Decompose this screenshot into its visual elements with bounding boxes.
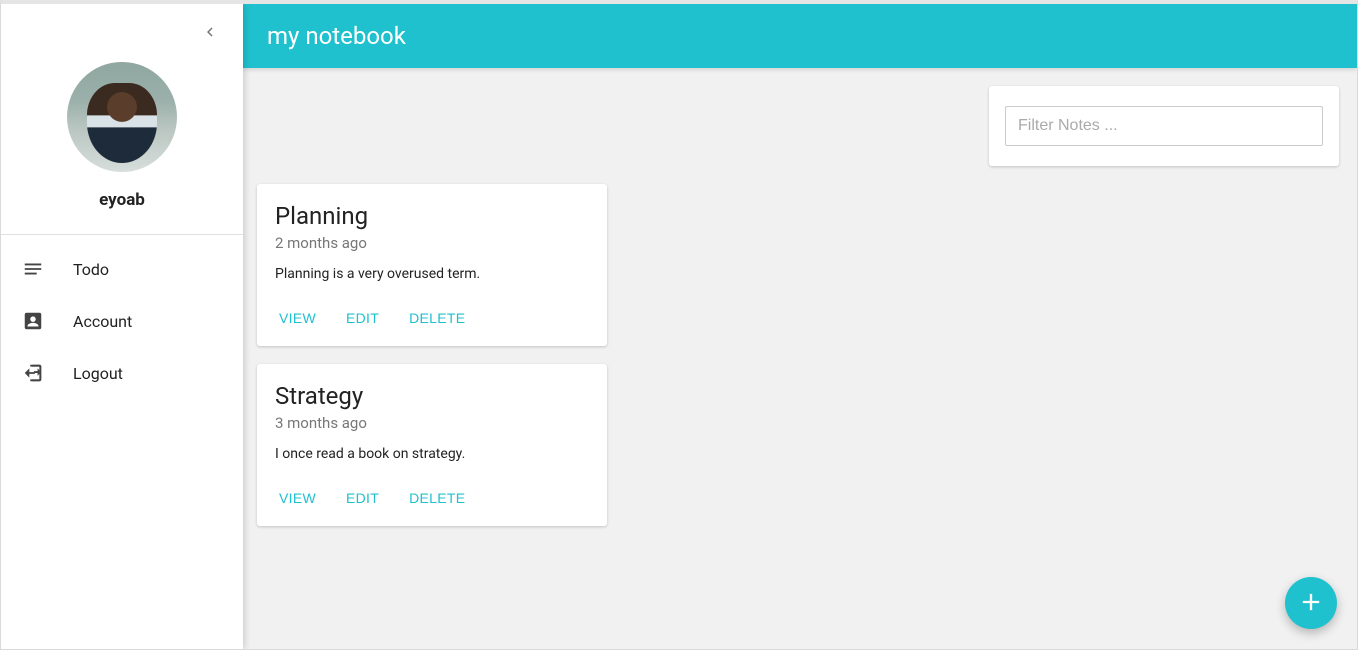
chevron-left-icon	[201, 23, 219, 44]
logout-icon	[21, 361, 45, 385]
topbar: my notebook	[243, 4, 1357, 68]
note-body: Planning is a very overused term.	[275, 266, 589, 282]
note-card: Planning 2 months ago Planning is a very…	[257, 184, 607, 346]
sidebar: eyoab Todo Account Logout	[1, 4, 243, 649]
sidebar-item-label: Account	[73, 312, 132, 331]
sidebar-item-todo[interactable]: Todo	[1, 243, 243, 295]
notes-grid: Planning 2 months ago Planning is a very…	[257, 184, 969, 526]
main-area: Planning 2 months ago Planning is a very…	[243, 68, 1357, 649]
sidebar-nav: Todo Account Logout	[1, 235, 243, 399]
avatar	[67, 62, 177, 172]
edit-button[interactable]: EDIT	[342, 482, 383, 514]
sidebar-header: eyoab	[1, 4, 243, 235]
note-body: I once read a book on strategy.	[275, 446, 589, 462]
view-button[interactable]: VIEW	[275, 302, 320, 334]
account-icon	[21, 309, 45, 333]
delete-button[interactable]: DELETE	[405, 302, 469, 334]
note-card: Strategy 3 months ago I once read a book…	[257, 364, 607, 526]
sidebar-item-label: Todo	[73, 260, 109, 279]
username: eyoab	[1, 190, 243, 210]
add-note-fab[interactable]	[1285, 577, 1337, 629]
page-title: my notebook	[267, 22, 406, 50]
note-actions: VIEW EDIT DELETE	[275, 482, 589, 514]
note-timestamp: 2 months ago	[275, 234, 589, 252]
plus-icon	[1297, 588, 1325, 619]
edit-button[interactable]: EDIT	[342, 302, 383, 334]
sidebar-collapse-button[interactable]	[195, 18, 225, 48]
note-title: Planning	[275, 202, 589, 230]
note-title: Strategy	[275, 382, 589, 410]
app-frame: eyoab Todo Account Logout	[0, 0, 1358, 650]
filter-notes-input[interactable]	[1005, 106, 1323, 146]
delete-button[interactable]: DELETE	[405, 482, 469, 514]
note-actions: VIEW EDIT DELETE	[275, 302, 589, 334]
sidebar-item-logout[interactable]: Logout	[1, 347, 243, 399]
notes-icon	[21, 257, 45, 281]
view-button[interactable]: VIEW	[275, 482, 320, 514]
sidebar-item-label: Logout	[73, 364, 123, 383]
note-timestamp: 3 months ago	[275, 414, 589, 432]
sidebar-item-account[interactable]: Account	[1, 295, 243, 347]
filter-panel	[989, 86, 1339, 166]
